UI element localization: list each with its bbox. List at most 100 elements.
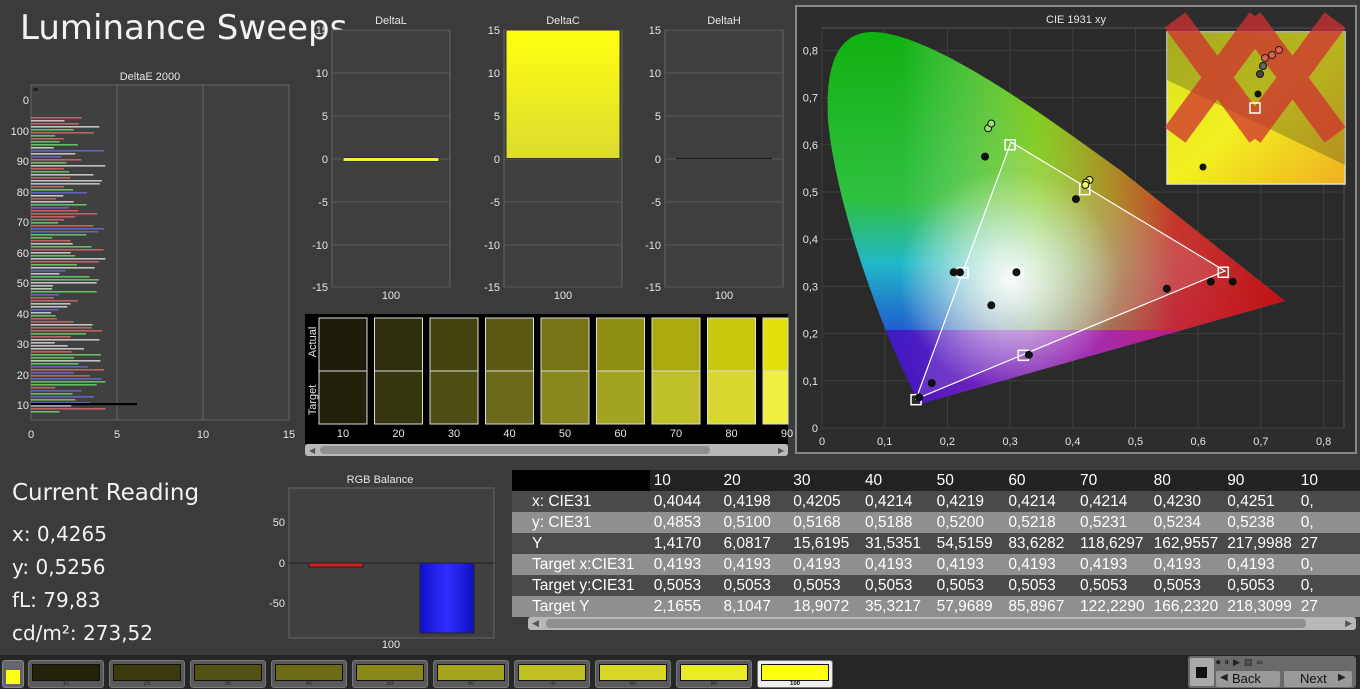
strip-scrollbar-thumb[interactable] bbox=[320, 446, 710, 454]
table-cell: 0,4219 bbox=[932, 491, 1005, 512]
next-button[interactable]: Next ▶ bbox=[1284, 671, 1352, 687]
bottom-swatch-60[interactable]: 60 bbox=[433, 660, 509, 688]
table-cell: 0,5053 bbox=[1004, 575, 1076, 596]
deltae-bar bbox=[31, 153, 76, 155]
cie-measured-point bbox=[1206, 277, 1215, 286]
pause-icon[interactable]: ⏸ bbox=[1225, 657, 1230, 669]
deltae-bar bbox=[31, 408, 106, 410]
bottom-swatch-label: 60 bbox=[467, 681, 475, 687]
delta-y-tick: 15 bbox=[649, 25, 661, 37]
table-column-header: 60 bbox=[1004, 470, 1076, 491]
table-cell: 0,4193 bbox=[789, 554, 861, 575]
delta-y-tick: 0 bbox=[494, 154, 500, 166]
rgb-bar bbox=[308, 562, 364, 568]
table-cell: 0,5100 bbox=[719, 512, 790, 533]
target-label: Target bbox=[307, 385, 319, 416]
scroll-right-icon[interactable]: ▶ bbox=[778, 446, 785, 455]
deltae-bar bbox=[31, 213, 98, 215]
bottom-swatch-10[interactable]: 10 bbox=[28, 660, 104, 688]
bottom-swatch-20[interactable]: 20 bbox=[109, 660, 185, 688]
table-scroll-right-icon[interactable]: ▶ bbox=[1345, 618, 1352, 629]
table-scroll-left-icon[interactable]: ◀ bbox=[532, 618, 539, 629]
table-cell: 0,4214 bbox=[1004, 491, 1076, 512]
rgb-balance-chart: RGB Balance 50 0 -50 100 bbox=[269, 474, 495, 651]
table-cell: 0,4251 bbox=[1223, 491, 1297, 512]
deltae-bar bbox=[31, 357, 75, 359]
navigation-controls: ⏺ ⏸ ▶ ▤ ∞ ◀ Back Next ▶ bbox=[1188, 656, 1356, 688]
deltae-bar bbox=[31, 162, 67, 164]
delta-category-label: 100 bbox=[715, 290, 733, 302]
deltae-bar bbox=[31, 399, 76, 401]
table-column-header: 10 bbox=[649, 470, 720, 491]
bottom-swatch-30[interactable]: 30 bbox=[190, 660, 266, 688]
rgb-bar bbox=[419, 562, 475, 634]
deltae-y-tick: 10 bbox=[17, 400, 29, 412]
deltae-bar bbox=[31, 354, 101, 356]
table-cell: 162,9557 bbox=[1149, 533, 1224, 554]
deltae-x-tick: 0 bbox=[28, 429, 34, 441]
deltae-y-tick: 70 bbox=[17, 217, 29, 229]
table-scrollbar-thumb[interactable] bbox=[546, 619, 1306, 628]
table-cell: 218,3099 bbox=[1223, 596, 1297, 617]
deltae-bar bbox=[31, 372, 74, 374]
deltae-bar bbox=[31, 132, 94, 134]
cie-measured-point bbox=[1081, 180, 1090, 189]
deltae-bar bbox=[31, 375, 90, 377]
loop-icon[interactable]: ∞ bbox=[1256, 657, 1262, 669]
back-button[interactable]: ◀ Back bbox=[1216, 671, 1280, 687]
deltae-bar bbox=[31, 195, 64, 197]
table-cell: 0,4193 bbox=[932, 554, 1005, 575]
bottom-swatch-80[interactable]: 80 bbox=[595, 660, 671, 688]
deltae-bar bbox=[31, 315, 56, 317]
table-column-header: 10 bbox=[1296, 470, 1360, 491]
bottom-swatch-40[interactable]: 40 bbox=[271, 660, 347, 688]
deltae-bar bbox=[31, 363, 79, 365]
delta-y-tick: -5 bbox=[490, 197, 500, 209]
reading-y: y: 0,5256 bbox=[12, 555, 106, 579]
table-cell: 0,4044 bbox=[649, 491, 720, 512]
deltae-bar bbox=[31, 147, 54, 149]
cie-y-tick: 0,6 bbox=[803, 140, 818, 152]
table-cell: 6,0817 bbox=[719, 533, 790, 554]
deltae-bar bbox=[31, 264, 77, 266]
record-icon[interactable]: ⏺ bbox=[1216, 657, 1221, 669]
table-cell: 0,4198 bbox=[719, 491, 790, 512]
table-row-label: x: CIE31 bbox=[512, 491, 650, 512]
target-swatch bbox=[596, 370, 645, 425]
table-cell: 0,5234 bbox=[1149, 512, 1224, 533]
deltae-bar bbox=[31, 270, 66, 272]
table-cell: 0,5238 bbox=[1223, 512, 1297, 533]
table-cell: 0,5188 bbox=[860, 512, 933, 533]
target-swatch bbox=[429, 370, 479, 425]
current-reading-heading: Current Reading bbox=[12, 480, 200, 506]
strip-swatches: 10 20 30 40 50 60 70 80 90 bbox=[318, 317, 793, 440]
strip-swatch-label: 90 bbox=[781, 428, 793, 440]
bottom-swatch-90[interactable]: 90 bbox=[676, 660, 752, 688]
bottom-swatch-color bbox=[194, 664, 262, 681]
stop-button[interactable] bbox=[1190, 658, 1214, 686]
table-cell: 2,1655 bbox=[649, 596, 720, 617]
play-icon[interactable]: ▶ bbox=[1233, 657, 1240, 669]
target-swatch bbox=[374, 370, 423, 425]
save-icon[interactable]: ▤ bbox=[1244, 657, 1253, 669]
deltae-bar bbox=[31, 327, 92, 329]
scroll-left-icon[interactable]: ◀ bbox=[309, 446, 316, 455]
deltae-bar bbox=[31, 126, 100, 128]
deltae-bar bbox=[31, 231, 99, 233]
deltae-bar bbox=[31, 144, 78, 146]
table-cell: 0,5053 bbox=[719, 575, 790, 596]
cie-x-tick: 0 bbox=[819, 436, 825, 448]
delta-charts: DeltaL151050-5-10-15100DeltaC151050-5-10… bbox=[312, 15, 784, 302]
bottom-swatch-50[interactable]: 50 bbox=[352, 660, 428, 688]
bottom-swatch-label: 50 bbox=[386, 681, 394, 687]
deltae-bar bbox=[31, 165, 106, 167]
deltae-bar bbox=[31, 384, 97, 386]
bottom-swatch-color bbox=[518, 664, 586, 681]
table-scrollbar[interactable]: ◀ ▶ bbox=[528, 617, 1356, 630]
table-cell: 0,4853 bbox=[649, 512, 720, 533]
bottom-swatch-color bbox=[113, 664, 181, 681]
bottom-swatch-70[interactable]: 70 bbox=[514, 660, 590, 688]
bottom-swatch-100[interactable]: 100 bbox=[757, 660, 833, 688]
table-row: Target x:CIE31 0,4193 0,4193 0,4193 0,4193 0,… bbox=[512, 554, 1360, 575]
delta-y-tick: -5 bbox=[318, 197, 328, 209]
